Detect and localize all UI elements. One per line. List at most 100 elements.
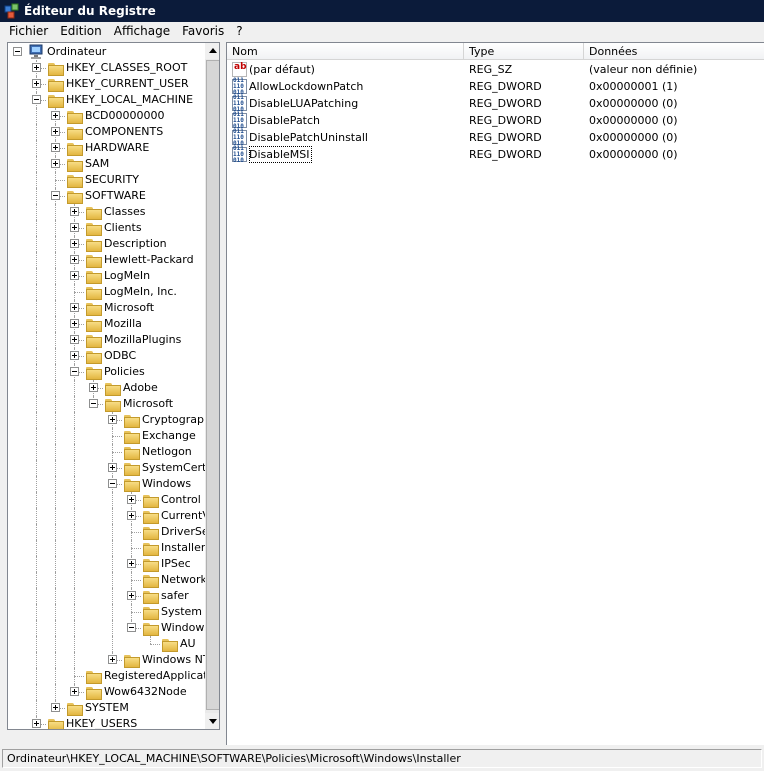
- tree-item-hewlett-packard[interactable]: Hewlett-Packard: [8, 252, 205, 268]
- values-list[interactable]: Nom Type Données ab (par défaut) REG_SZ (va…: [226, 42, 764, 745]
- tree-item-windows[interactable]: Windows: [8, 476, 205, 492]
- column-header-type[interactable]: Type: [464, 43, 584, 60]
- column-header-donnees[interactable]: Données: [584, 43, 764, 60]
- expand-icon[interactable]: [127, 511, 136, 520]
- collapse-icon[interactable]: [32, 95, 41, 104]
- tree-item-exchange[interactable]: Exchange: [8, 428, 205, 444]
- expand-icon[interactable]: [51, 143, 60, 152]
- expand-icon[interactable]: [70, 207, 79, 216]
- expand-icon[interactable]: [89, 383, 98, 392]
- tree-item-hardware[interactable]: HARDWARE: [8, 140, 205, 156]
- tree-item-mozillaplugins[interactable]: MozillaPlugins: [8, 332, 205, 348]
- collapse-icon[interactable]: [70, 367, 79, 376]
- tree-item-control-p[interactable]: Control P: [8, 492, 211, 508]
- expand-icon[interactable]: [32, 63, 41, 72]
- tree-item-system[interactable]: System: [8, 604, 205, 620]
- tree-item-installer[interactable]: Installer: [8, 540, 205, 556]
- value-row-allowlockdownpatch[interactable]: 011 110 010 AllowLockdownPatch REG_DWORD 0x…: [227, 78, 764, 96]
- tree-item-security[interactable]: SECURITY: [8, 172, 205, 188]
- expand-icon[interactable]: [127, 495, 136, 504]
- expand-icon[interactable]: [70, 687, 79, 696]
- tree-item-au[interactable]: AU: [8, 636, 205, 652]
- scroll-down-button[interactable]: [205, 713, 219, 729]
- tree-item-description[interactable]: Description: [8, 236, 205, 252]
- tree-item-registeredapplicatio[interactable]: RegisteredApplicatio: [8, 668, 217, 684]
- expand-icon[interactable]: [108, 655, 117, 664]
- collapse-icon[interactable]: [127, 623, 136, 632]
- tree-item-adobe[interactable]: Adobe: [8, 380, 205, 396]
- expand-icon[interactable]: [70, 319, 79, 328]
- tree-rows: Ordinateur HKEY_CLASSES_ROOT HKEY_CURRENT_…: [8, 43, 217, 730]
- expand-icon[interactable]: [70, 335, 79, 344]
- tree-item-policies[interactable]: Policies: [8, 364, 205, 380]
- value-row-par-d-faut[interactable]: ab (par défaut) REG_SZ (valeur non définie): [227, 61, 764, 78]
- expand-icon[interactable]: [51, 159, 60, 168]
- menu-help[interactable]: ?: [230, 22, 248, 40]
- folder-icon: [142, 573, 159, 588]
- scroll-up-button[interactable]: [205, 43, 219, 59]
- tree-item-software[interactable]: SOFTWARE: [8, 188, 205, 204]
- scroll-thumb[interactable]: [206, 60, 219, 710]
- tree-vertical-scrollbar[interactable]: [205, 43, 219, 729]
- expand-icon[interactable]: [51, 111, 60, 120]
- value-row-disableluapatching[interactable]: 011 110 010 DisableLUAPatching REG_DWORD 0x…: [227, 95, 764, 113]
- tree-item-hkey-current-user[interactable]: HKEY_CURRENT_USER: [8, 76, 205, 92]
- tree-item-logmein-inc[interactable]: LogMeIn, Inc.: [8, 284, 205, 300]
- tree-item-odbc[interactable]: ODBC: [8, 348, 205, 364]
- tree-item-driverse[interactable]: DriverSe: [8, 524, 209, 540]
- collapse-icon[interactable]: [89, 399, 98, 408]
- expand-icon[interactable]: [51, 703, 60, 712]
- expand-icon[interactable]: [70, 351, 79, 360]
- tree-item-microsoft[interactable]: Microsoft: [8, 300, 205, 316]
- tree-item-currentv[interactable]: CurrentV: [8, 508, 210, 524]
- tree-item-components[interactable]: COMPONENTS: [8, 124, 205, 140]
- value-row-disablemsi[interactable]: 011 110 010 DisableMSI REG_DWORD 0x00000000…: [227, 146, 764, 164]
- collapse-icon[interactable]: [13, 47, 22, 56]
- expand-icon[interactable]: [108, 415, 117, 424]
- expand-icon[interactable]: [32, 79, 41, 88]
- tree-item-bcd00000000[interactable]: BCD00000000: [8, 108, 205, 124]
- tree-item-windows[interactable]: Windows: [8, 620, 210, 636]
- tree-item-ipsec[interactable]: IPSec: [8, 556, 205, 572]
- expand-icon[interactable]: [127, 591, 136, 600]
- tree-item-ordinateur[interactable]: Ordinateur: [8, 44, 205, 60]
- tree-item-classes[interactable]: Classes: [8, 204, 205, 220]
- tree-item-sam[interactable]: SAM: [8, 156, 205, 172]
- tree-item-wow6432node[interactable]: Wow6432Node: [8, 684, 205, 700]
- expand-icon[interactable]: [70, 271, 79, 280]
- tree-item-system[interactable]: SYSTEM: [8, 700, 205, 716]
- value-row-disablepatchuninstall[interactable]: 011 110 010 DisablePatchUninstall REG_DWOR…: [227, 129, 764, 147]
- expand-icon[interactable]: [70, 223, 79, 232]
- tree-item-label: HKEY_USERS: [66, 717, 138, 730]
- tree-item-hkey-local-machine[interactable]: HKEY_LOCAL_MACHINE: [8, 92, 205, 108]
- tree-item-safer[interactable]: safer: [8, 588, 205, 604]
- column-header-nom[interactable]: Nom: [227, 43, 464, 60]
- key-tree[interactable]: Ordinateur HKEY_CLASSES_ROOT HKEY_CURRENT_…: [7, 42, 220, 730]
- expand-icon[interactable]: [70, 239, 79, 248]
- collapse-icon[interactable]: [51, 191, 60, 200]
- menu-fichier[interactable]: Fichier: [0, 22, 54, 40]
- tree-item-netlogon[interactable]: Netlogon: [8, 444, 205, 460]
- tree-item-logmein[interactable]: LogMeIn: [8, 268, 205, 284]
- expand-icon[interactable]: [32, 719, 41, 728]
- tree-item-windows-nt[interactable]: Windows NT: [8, 652, 210, 668]
- tree-item-microsoft[interactable]: Microsoft: [8, 396, 205, 412]
- expand-icon[interactable]: [51, 127, 60, 136]
- tree-item-cryptograph[interactable]: Cryptograph: [8, 412, 211, 428]
- expand-icon[interactable]: [70, 303, 79, 312]
- tree-item-mozilla[interactable]: Mozilla: [8, 316, 205, 332]
- menu-favoris[interactable]: Favoris: [176, 22, 230, 40]
- tree-item-hkey-users[interactable]: HKEY_USERS: [8, 716, 205, 730]
- menu-affichage[interactable]: Affichage: [108, 22, 176, 40]
- expand-icon[interactable]: [70, 255, 79, 264]
- tree-item-hkey-classes-root[interactable]: HKEY_CLASSES_ROOT: [8, 60, 205, 76]
- tree-item-clients[interactable]: Clients: [8, 220, 205, 236]
- folder-icon: [142, 541, 159, 556]
- tree-item-network[interactable]: Network: [8, 572, 207, 588]
- collapse-icon[interactable]: [108, 479, 117, 488]
- expand-icon[interactable]: [108, 463, 117, 472]
- value-row-disablepatch[interactable]: 011 110 010 DisablePatch REG_DWORD 0x000000…: [227, 112, 764, 130]
- menu-edition[interactable]: Edition: [54, 22, 108, 40]
- tree-item-systemcerti[interactable]: SystemCerti: [8, 460, 209, 476]
- expand-icon[interactable]: [127, 559, 136, 568]
